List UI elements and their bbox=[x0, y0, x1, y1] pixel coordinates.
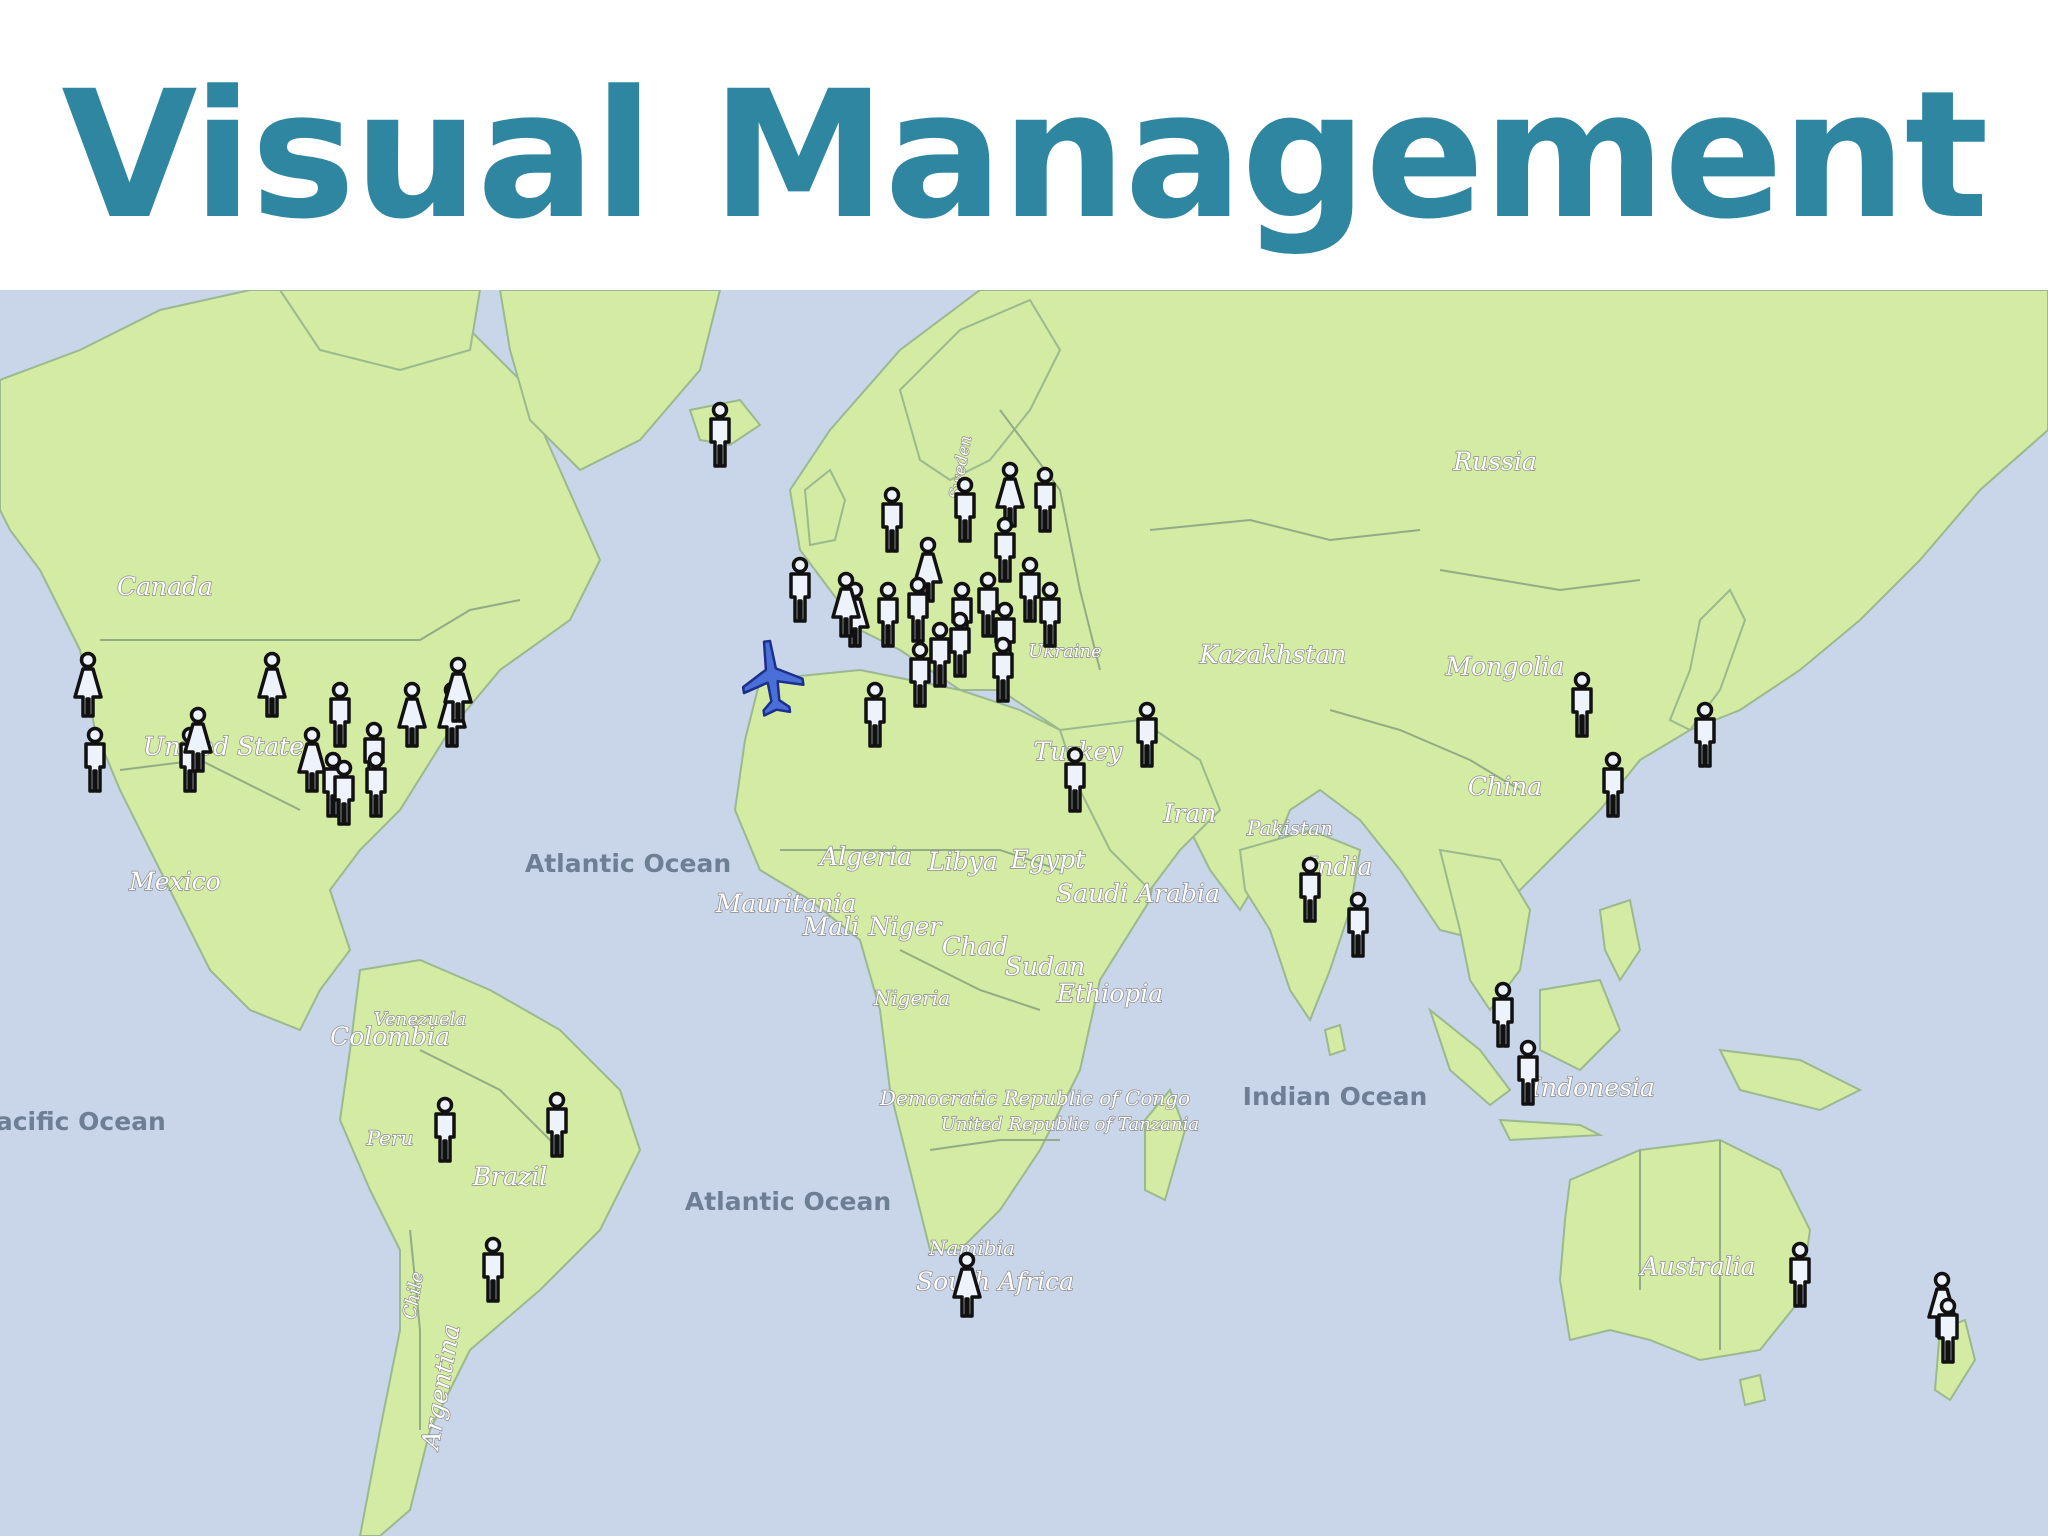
label-tanzania: United Republic of Tanzania bbox=[941, 1114, 1199, 1135]
label-saudi-arabia: Saudi Arabia bbox=[1056, 879, 1220, 908]
label-ukraine: Ukraine bbox=[1028, 641, 1101, 662]
person-marker-icon[interactable] bbox=[994, 516, 1016, 583]
label-united-states: United States bbox=[143, 732, 317, 761]
label-mali: Mali bbox=[802, 912, 860, 941]
person-marker-icon[interactable] bbox=[1937, 1297, 1959, 1364]
person-marker-icon[interactable] bbox=[1039, 581, 1061, 648]
label-south-africa: South Africa bbox=[916, 1267, 1074, 1296]
person-marker-icon[interactable] bbox=[881, 486, 903, 553]
person-marker-icon[interactable] bbox=[333, 759, 355, 826]
label-nigeria: Nigeria bbox=[873, 986, 950, 1010]
label-atlantic-ocean-south: Atlantic Ocean bbox=[685, 1187, 891, 1216]
person-marker-icon[interactable] bbox=[1789, 1241, 1811, 1308]
label-chad: Chad bbox=[942, 932, 1008, 961]
label-atlantic-ocean-north: Atlantic Ocean bbox=[525, 849, 731, 878]
person-marker-icon[interactable] bbox=[1136, 701, 1158, 768]
label-china: China bbox=[1468, 772, 1542, 801]
label-libya: Libya bbox=[927, 847, 998, 876]
person-marker-icon[interactable] bbox=[1571, 671, 1593, 738]
label-sudan: Sudan bbox=[1005, 952, 1085, 981]
label-iran: Iran bbox=[1163, 799, 1217, 828]
person-marker-icon[interactable] bbox=[84, 726, 106, 793]
person-marker-icon[interactable] bbox=[709, 401, 731, 468]
label-brazil: Brazil bbox=[472, 1162, 547, 1191]
person-marker-icon[interactable] bbox=[1299, 856, 1321, 923]
label-niger: Niger bbox=[868, 912, 944, 941]
person-marker-icon[interactable] bbox=[1347, 891, 1369, 958]
person-marker-icon[interactable] bbox=[1064, 746, 1086, 813]
person-marker-icon[interactable] bbox=[1517, 1039, 1539, 1106]
person-marker-icon[interactable] bbox=[546, 1091, 568, 1158]
person-marker-icon[interactable] bbox=[434, 1096, 456, 1163]
person-marker-icon[interactable] bbox=[949, 611, 971, 678]
label-indonesia: Indonesia bbox=[1530, 1073, 1655, 1102]
page-title: Visual Management bbox=[61, 52, 1988, 258]
label-ethiopia: Ethiopia bbox=[1056, 979, 1163, 1008]
person-marker-icon[interactable] bbox=[992, 636, 1014, 703]
landmass-tasmania bbox=[1738, 1373, 1767, 1407]
label-russia: Russia bbox=[1452, 447, 1536, 476]
label-australia: Australia bbox=[1639, 1252, 1756, 1281]
person-marker-icon[interactable] bbox=[909, 641, 931, 708]
person-marker-icon[interactable] bbox=[877, 581, 899, 648]
person-marker-icon[interactable] bbox=[954, 476, 976, 543]
person-marker-icon[interactable] bbox=[1602, 751, 1624, 818]
person-marker-icon[interactable] bbox=[482, 1236, 504, 1303]
person-marker-icon[interactable] bbox=[907, 576, 929, 643]
person-marker-icon[interactable] bbox=[1694, 701, 1716, 768]
person-marker-icon[interactable] bbox=[329, 681, 351, 748]
label-canada: Canada bbox=[117, 572, 213, 601]
label-dr-congo: Democratic Republic of Congo bbox=[879, 1086, 1190, 1110]
person-marker-icon[interactable] bbox=[365, 751, 387, 818]
label-algeria: Algeria bbox=[818, 842, 912, 871]
label-colombia: Colombia bbox=[330, 1022, 450, 1051]
label-indian-ocean: Indian Ocean bbox=[1243, 1082, 1428, 1111]
person-marker-icon[interactable] bbox=[1019, 556, 1041, 623]
label-pacific-ocean: Pacific Ocean bbox=[0, 1107, 166, 1136]
label-peru: Peru bbox=[366, 1126, 414, 1150]
person-marker-icon[interactable] bbox=[1492, 981, 1514, 1048]
person-marker-icon[interactable] bbox=[789, 556, 811, 623]
label-mexico: Mexico bbox=[128, 867, 221, 896]
person-marker-icon[interactable] bbox=[929, 621, 951, 688]
person-marker-icon[interactable] bbox=[1034, 466, 1056, 533]
label-mongolia: Mongolia bbox=[1445, 652, 1565, 681]
world-map[interactable]: Canada United States Mexico Venezuela Co… bbox=[0, 290, 2048, 1536]
person-marker-icon[interactable] bbox=[864, 681, 886, 748]
label-kazakhstan: Kazakhstan bbox=[1199, 640, 1347, 669]
landmass-australia bbox=[1558, 1138, 1812, 1362]
label-pakistan: Pakistan bbox=[1246, 816, 1333, 840]
label-egypt: Egypt bbox=[1010, 845, 1086, 874]
